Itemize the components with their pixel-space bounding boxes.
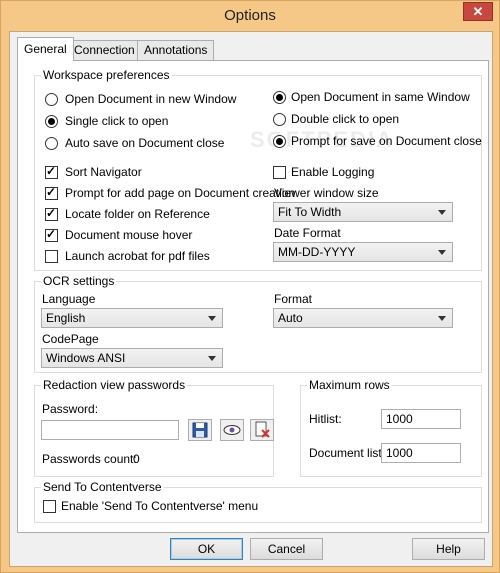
save-password-button[interactable] — [188, 419, 212, 441]
view-password-button[interactable] — [220, 419, 244, 441]
window-title: Options — [224, 7, 276, 24]
chevron-down-icon — [208, 316, 216, 321]
radio-auto-save-label: Auto save on Document close — [65, 136, 225, 150]
document-list-input[interactable]: 1000 — [381, 443, 461, 463]
chevron-down-icon — [438, 316, 446, 321]
document-list-label: Document list: — [309, 446, 386, 460]
language-select[interactable]: English — [41, 308, 223, 328]
password-field[interactable] — [41, 420, 179, 440]
hitlist-label: Hitlist: — [309, 412, 342, 426]
workspace-preferences-title: Workspace preferences — [41, 68, 172, 82]
radio-prompt-save[interactable] — [273, 135, 286, 148]
codepage-select[interactable]: Windows ANSI — [41, 348, 223, 368]
check-enable-logging-label: Enable Logging — [291, 165, 375, 179]
check-prompt-add-page-label: Prompt for add page on Document creation — [65, 186, 296, 200]
send-to-contentverse-group: Send To Contentverse Enable 'Send To Con… — [34, 480, 482, 523]
date-format-select[interactable]: MM-DD-YYYY — [273, 242, 453, 262]
document-delete-icon — [255, 421, 270, 438]
format-value: Auto — [278, 311, 303, 325]
title-bar[interactable]: Options ✕ — [1, 1, 499, 31]
check-launch-acrobat-label: Launch acrobat for pdf files — [65, 249, 210, 263]
viewer-size-select[interactable]: Fit To Width — [273, 202, 453, 222]
radio-single-click[interactable] — [45, 115, 58, 128]
chevron-down-icon — [438, 250, 446, 255]
radio-open-same-window-label: Open Document in same Window — [291, 90, 470, 104]
redaction-passwords-group: Redaction view passwords Password: Passw… — [34, 378, 274, 477]
check-launch-acrobat[interactable] — [45, 250, 58, 263]
chevron-down-icon — [438, 210, 446, 215]
redaction-passwords-title: Redaction view passwords — [41, 378, 188, 392]
ocr-settings-group: OCR settings Language English Format Aut… — [34, 274, 482, 373]
check-prompt-add-page[interactable] — [45, 185, 58, 200]
maximum-rows-group: Maximum rows Hitlist: 1000 Document list… — [300, 378, 482, 477]
language-label: Language — [42, 292, 96, 306]
delete-password-button[interactable] — [250, 419, 274, 441]
passwords-count-value: 0 — [133, 452, 140, 466]
check-locate-folder-label: Locate folder on Reference — [65, 207, 210, 221]
hitlist-input[interactable]: 1000 — [381, 409, 461, 429]
ok-button[interactable]: OK — [170, 538, 243, 560]
viewer-size-label: Viewer window size — [274, 186, 379, 200]
radio-open-new-window-label: Open Document in new Window — [65, 92, 237, 106]
maximum-rows-title: Maximum rows — [307, 378, 392, 392]
tab-connection[interactable]: Connection — [67, 40, 142, 60]
dialog-client: General Connection Annotations SOFTPEDIA… — [9, 31, 493, 567]
tab-annotations[interactable]: Annotations — [137, 40, 215, 60]
radio-double-click[interactable] — [273, 113, 286, 126]
radio-prompt-save-label: Prompt for save on Document close — [291, 134, 482, 148]
cancel-button[interactable]: Cancel — [250, 538, 323, 560]
help-button[interactable]: Help — [412, 538, 485, 560]
general-panel: SOFTPEDIA Workspace preferences Open Doc… — [17, 60, 489, 533]
close-icon: ✕ — [472, 4, 484, 19]
date-format-value: MM-DD-YYYY — [278, 245, 356, 259]
check-sort-navigator-label: Sort Navigator — [65, 165, 142, 179]
close-button[interactable]: ✕ — [463, 2, 493, 21]
codepage-value: Windows ANSI — [46, 351, 126, 365]
check-enable-send-to-label: Enable 'Send To Contentverse' menu — [61, 499, 259, 513]
tab-general[interactable]: General — [17, 37, 74, 61]
radio-single-click-label: Single click to open — [65, 114, 169, 128]
check-locate-folder[interactable] — [45, 206, 58, 221]
chevron-down-icon — [208, 356, 216, 361]
check-mouse-hover-label: Document mouse hover — [65, 228, 193, 242]
viewer-size-value: Fit To Width — [278, 205, 342, 219]
format-label: Format — [274, 292, 313, 306]
radio-open-same-window[interactable] — [273, 91, 286, 104]
radio-double-click-label: Double click to open — [291, 112, 400, 126]
eye-icon — [223, 425, 241, 435]
passwords-count-label: Passwords count: — [42, 452, 137, 466]
date-format-label: Date Format — [274, 226, 341, 240]
ocr-settings-title: OCR settings — [41, 274, 117, 288]
check-mouse-hover[interactable] — [45, 227, 58, 242]
send-to-contentverse-title: Send To Contentverse — [41, 480, 164, 494]
floppy-disk-icon — [192, 422, 208, 438]
check-sort-navigator[interactable] — [45, 164, 58, 179]
check-enable-send-to[interactable] — [43, 500, 56, 513]
format-select[interactable]: Auto — [273, 308, 453, 328]
language-value: English — [46, 311, 86, 325]
codepage-label: CodePage — [42, 332, 99, 346]
password-label: Password: — [42, 402, 99, 416]
workspace-preferences-group: Workspace preferences Open Document in n… — [34, 68, 482, 271]
radio-open-new-window[interactable] — [45, 93, 58, 106]
radio-auto-save[interactable] — [45, 137, 58, 150]
check-enable-logging[interactable] — [273, 166, 286, 179]
options-window: Options ✕ General Connection Annotations… — [0, 0, 500, 573]
